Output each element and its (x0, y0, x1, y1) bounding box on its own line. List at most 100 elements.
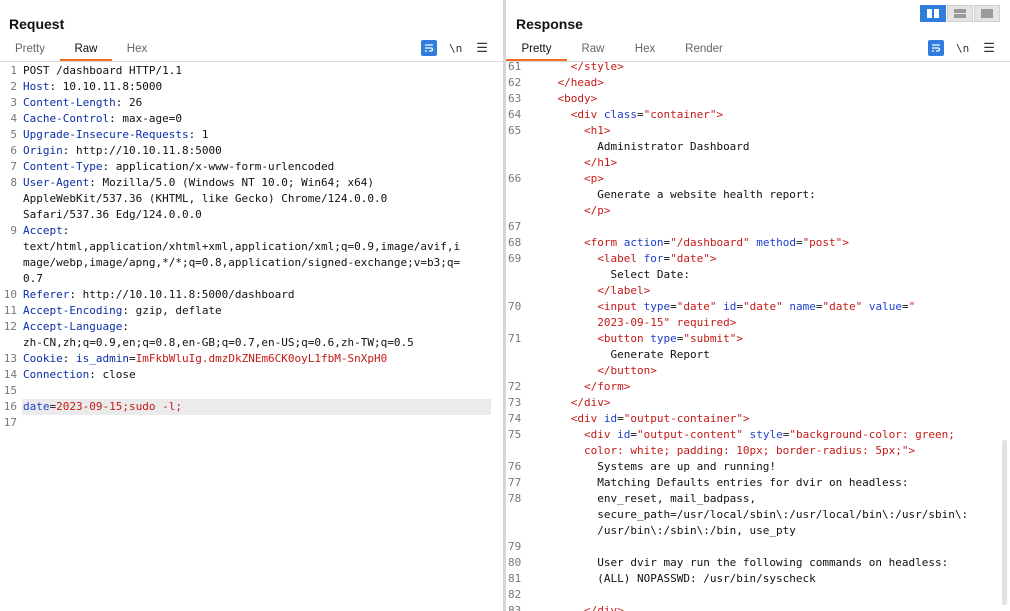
attr-value: "submit" (683, 332, 737, 345)
raw-text: mage/webp,image/apng,*/*;q=0.8,applicati… (23, 256, 461, 269)
text-content: secure_path=/usr/local/sbin\:/usr/local/… (597, 508, 969, 521)
tag-close: > (623, 380, 631, 393)
menu-icon[interactable]: ☰ (983, 40, 995, 56)
header-value: : Mozilla/5.0 (Windows NT 10.0; Win64; x… (89, 176, 375, 189)
tag-close: > (617, 60, 624, 73)
response-editor[interactable]: 61 </style> 62 </head> 63 <body> 64 <div cl… (506, 59, 1010, 611)
line-number: 63 (508, 92, 522, 105)
attr-value: " required> (663, 316, 737, 329)
tag-name: </style (570, 60, 618, 73)
request-line: User-Agent: Mozilla/5.0 (Windows NT 10.0… (23, 175, 491, 191)
tab-pretty[interactable]: Pretty (0, 41, 60, 61)
line-number: 83 (508, 604, 522, 611)
line-number: 6 (10, 144, 17, 157)
line-number: 10 (3, 288, 17, 301)
header-value: : 26 (115, 96, 143, 109)
request-line: Host: 10.10.11.8:5000 (23, 79, 491, 95)
header-name: Content-Type (23, 160, 103, 173)
request-editor[interactable]: 1 POST /dashboard HTTP/1.1 2 Host: 10.10.11… (0, 63, 503, 611)
line-number: 79 (508, 540, 522, 553)
tag-close: > (643, 284, 651, 297)
tag-name: <p (583, 172, 598, 185)
header-name: Referer (23, 288, 70, 301)
tab-hex[interactable]: Hex (619, 41, 671, 61)
line-number: 70 (508, 300, 522, 313)
request-line: Safari/537.36 Edg/124.0.0.0 (23, 207, 491, 223)
response-line: <div id="output-content" style="backgrou… (531, 427, 998, 443)
request-line: Content-Type: application/x-www-form-url… (23, 159, 491, 175)
line-number: 82 (508, 588, 522, 601)
line-number: 81 (508, 572, 522, 585)
line-number: 3 (10, 96, 17, 109)
tag-close: > (590, 92, 598, 105)
tag-close: > (610, 156, 618, 169)
code-token: value (862, 300, 902, 313)
tab-pretty[interactable]: Pretty (506, 41, 567, 61)
response-line: </style> (531, 59, 998, 75)
code-token: 2023-09-15 (597, 316, 664, 329)
menu-icon[interactable]: ☰ (476, 40, 488, 56)
header-name: Upgrade-Insecure-Requests (23, 128, 189, 141)
tab-raw[interactable]: Raw (60, 41, 112, 61)
line-number: 74 (508, 412, 522, 425)
request-line: Upgrade-Insecure-Requests: 1 (23, 127, 491, 143)
line-number: 73 (508, 396, 522, 409)
attr-value: "output-container" (623, 412, 743, 425)
attr-value: "date" (676, 300, 717, 313)
text-content: (ALL) NOPASSWD: /usr/bin/syscheck (597, 572, 816, 585)
layout-tabs-icon[interactable] (974, 5, 1000, 22)
raw-text: zh-CN,zh;q=0.9,en;q=0.8,en-GB;q=0.7,en-U… (23, 336, 414, 349)
wrap-lines-icon[interactable] (421, 40, 437, 56)
layout-top-bottom-icon[interactable] (947, 5, 973, 22)
line-number: 76 (508, 460, 522, 473)
text-content: Generate Report (610, 348, 710, 361)
header-value: : (62, 224, 70, 237)
response-line: </p> (531, 203, 998, 219)
tab-raw[interactable]: Raw (567, 41, 619, 61)
request-toolbar: \n ☰ (421, 40, 488, 56)
response-line: </div> (531, 603, 998, 611)
newline-toggle[interactable]: \n (449, 42, 462, 55)
tab-hex[interactable]: Hex (112, 41, 162, 61)
newline-toggle[interactable]: \n (956, 42, 969, 55)
tag-name: <form (583, 236, 618, 249)
tabs-divider (0, 61, 503, 62)
line-number: 16 (3, 400, 17, 413)
response-line: color: white; padding: 10px; border-radi… (531, 443, 998, 459)
wrap-lines-icon[interactable] (928, 40, 944, 56)
tag-name: <label (597, 252, 637, 265)
header-value: : 10.10.11.8:5000 (49, 80, 163, 93)
line-number: 64 (508, 108, 522, 121)
line-number: 72 (508, 380, 522, 393)
tag-close: > (650, 364, 657, 377)
header-name: Connection (23, 368, 90, 381)
response-line: Administrator Dashboard (531, 139, 998, 155)
layout-side-by-side-icon[interactable] (920, 5, 946, 22)
header-name: Origin (23, 144, 63, 157)
response-line: <input type="date" id="date" name="date"… (531, 299, 998, 315)
response-line: <div id="output-container"> (531, 411, 998, 427)
line-number: 15 (3, 384, 17, 397)
line-number: 69 (508, 252, 522, 265)
tag-name: <div (583, 428, 611, 441)
tag-close: > (716, 108, 724, 121)
attr-value: "output-content" (636, 428, 743, 441)
header-value: : 1 (188, 128, 209, 141)
vertical-scrollbar[interactable] (1002, 440, 1007, 605)
code-token: = (128, 352, 136, 365)
line-number: 77 (508, 476, 522, 489)
raw-text: POST /dashboard HTTP/1.1 (23, 64, 182, 77)
tab-render[interactable]: Render (671, 41, 737, 61)
code-token: id (610, 428, 631, 441)
request-line: Content-Length: 26 (23, 95, 491, 111)
tag-name: </div (570, 396, 604, 409)
header-value: : http://10.10.11.8:5000 (62, 144, 222, 157)
